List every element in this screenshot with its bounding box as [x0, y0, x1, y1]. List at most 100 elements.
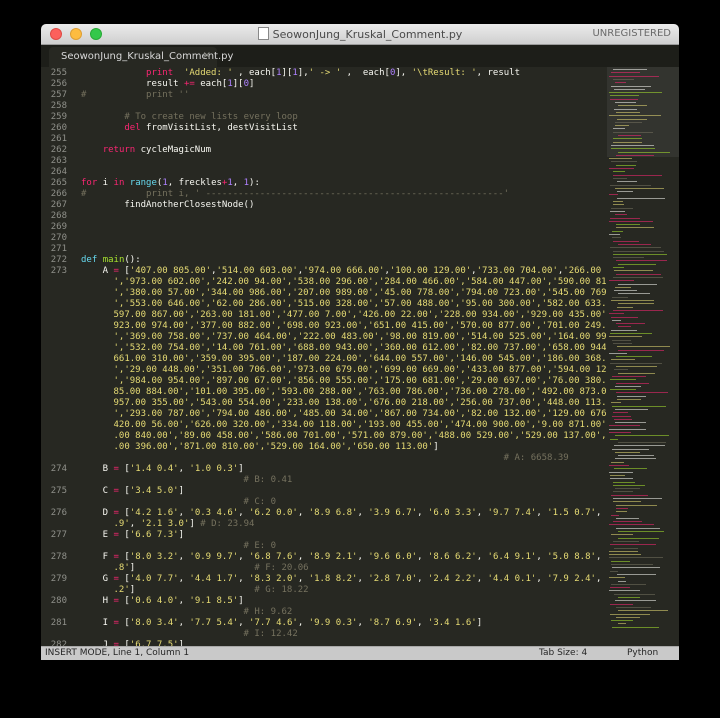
code-token: [ [118, 266, 130, 276]
minimap-line [611, 494, 648, 496]
code-line[interactable]: .8'] # F: 20.06 [81, 563, 309, 574]
code-token: , [595, 508, 606, 518]
tab-close-icon[interactable]: × [203, 50, 211, 61]
minimap-line [617, 118, 647, 120]
code-token: A [81, 266, 114, 276]
code-token: '407.00 805.00' [129, 266, 212, 276]
code-token: # I: 12.42 [81, 629, 298, 639]
code-line[interactable]: C = ['3.4 5.0'] [81, 486, 184, 497]
code-line[interactable]: del fromVisitList, destVisitList [81, 123, 297, 134]
code-line[interactable]: B = ['1.4 0.4', '1.0 0.3'] [81, 464, 244, 475]
code-line[interactable]: # E: 0 [81, 541, 277, 552]
code-token: ' -> ' [308, 68, 342, 78]
code-line[interactable]: ','380.00 57.00','344.00 986.00','207.00… [81, 288, 607, 299]
code-token: '0.9 9.7' [189, 552, 239, 562]
code-line[interactable]: F = ['8.0 3.2', '0.9 9.7', '6.8 7.6', '8… [81, 552, 606, 563]
code-line[interactable]: result += each[1][0] [81, 79, 254, 90]
syntax-selector[interactable]: Python [627, 648, 658, 658]
minimap-line [610, 603, 633, 605]
code-line[interactable]: # H: 9.62 [81, 607, 293, 618]
code-token: , [238, 552, 250, 562]
code-line[interactable]: .00 396.00','871.00 810.00','529.00 164.… [81, 442, 439, 453]
minimap-line [609, 557, 663, 559]
code-token: 923.00 974.00','377.00 882.00','698.00 9… [81, 321, 607, 331]
line-number: 268 [50, 211, 67, 221]
code-editor[interactable]: print 'Added: ' , each[1][1],' -> ' , ea… [81, 67, 606, 646]
line-number: 274 [50, 464, 67, 474]
minimap-line [609, 432, 631, 433]
minimap-line [613, 69, 647, 70]
code-line[interactable]: E = ['6.6 7.3'] [81, 530, 184, 541]
code-line[interactable]: ','973.00 602.00','242.00 94.00','538.00… [81, 277, 607, 288]
code-token: ): [249, 178, 260, 188]
tab-seowonjung-kruskal-comment[interactable]: SeowonJung_Kruskal_Comment.py × [49, 47, 233, 67]
code-token: '8.7 6.9' [368, 618, 418, 628]
code-token: range [129, 178, 157, 188]
code-line[interactable]: 661.00 310.00','359.00 395.00','187.00 2… [81, 354, 607, 365]
code-line[interactable]: return cycleMagicNum [81, 145, 211, 156]
code-line[interactable]: 957.00 355.00','543.00 554.00','233.00 1… [81, 398, 607, 409]
minimap-line [609, 524, 654, 526]
minimap-line [618, 531, 664, 532]
code-token: ] [238, 596, 244, 606]
code-line[interactable]: H = ['0.6 4.0', '9.1 8.5'] [81, 596, 244, 607]
code-token: '8.0 3.2' [129, 552, 179, 562]
code-token: # To create new lists every loop [124, 112, 298, 122]
minimap-line [612, 237, 621, 239]
code-line[interactable]: print 'Added: ' , each[1][1],' -> ' , ea… [81, 68, 520, 79]
code-line[interactable]: 923.00 974.00','377.00 882.00','698.00 9… [81, 321, 607, 332]
code-token: ][ [232, 79, 244, 89]
code-token: ] [433, 442, 439, 452]
code-line[interactable]: .9', '2.1 3.0'] # D: 23.94 [81, 519, 255, 530]
code-token: ] [129, 585, 141, 595]
minimap-line [618, 326, 631, 328]
minimap[interactable] [607, 67, 679, 646]
code-token: , [476, 552, 488, 562]
code-line[interactable]: # C: 0 [81, 497, 277, 508]
title-bar[interactable]: SeowonJung_Kruskal_Comment.py UNREGISTER… [41, 24, 679, 45]
code-line[interactable]: # print '' [81, 90, 189, 101]
minimap-line [616, 507, 628, 509]
code-token: '1.0 0.3' [189, 464, 239, 474]
minimap-line [613, 201, 623, 202]
code-line[interactable]: # A: 6658.39 [81, 453, 569, 464]
minimap-line [611, 316, 638, 318]
code-line[interactable]: G = ['4.0 7.7', '4.4 1.7', '8.3 2.0', '1… [81, 574, 606, 585]
code-line[interactable]: ','532.00 754.00','14.00 761.00','688.00… [81, 343, 607, 354]
code-line[interactable]: 420.00 56.00','626.00 320.00','334.00 11… [81, 420, 607, 431]
code-line[interactable]: # print i, ' ---------------------------… [81, 189, 509, 200]
code-line[interactable]: A = ['407.00 805.00','514.00 603.00','97… [81, 266, 606, 277]
code-line[interactable]: # I: 12.42 [81, 629, 298, 640]
python-file-icon [257, 27, 269, 40]
minimap-line [616, 227, 654, 229]
code-line[interactable]: D = ['4.2 1.6', '0.3 4.6', '6.2 0.0', '8… [81, 508, 606, 519]
code-line[interactable]: def main(): [81, 255, 141, 266]
code-line[interactable]: ','29.00 448.00','351.00 706.00','973.00… [81, 365, 607, 376]
code-line[interactable]: # B: 0.41 [81, 475, 293, 486]
code-line[interactable]: I = ['8.0 3.4', '7.7 5.4', '7.7 4.6', '9… [81, 618, 482, 629]
window-title-text: SeowonJung_Kruskal_Comment.py [272, 28, 463, 41]
code-line[interactable]: ','553.00 646.00','62.00 286.00','515.00… [81, 299, 607, 310]
code-line[interactable]: .00 840.00','89.00 458.00','586.00 701.0… [81, 431, 607, 442]
code-line[interactable]: ','369.00 758.00','737.00 464.00','222.0… [81, 332, 607, 343]
minimap-line [618, 135, 641, 136]
minimap-line [609, 352, 627, 354]
code-line[interactable]: for i in range(1, freckles+1, 1): [81, 178, 260, 189]
code-line[interactable]: ','293.00 787.00','794.00 486.00','485.0… [81, 409, 607, 420]
minimap-line [610, 474, 625, 476]
minimap-line [610, 210, 625, 212]
minimap-line [610, 95, 639, 97]
code-token: # C: 0 [81, 497, 277, 507]
minimap-line [611, 72, 640, 74]
minimap-line [618, 580, 626, 582]
code-line[interactable]: findAnotherClosestNode() [81, 200, 254, 211]
code-line[interactable]: 597.00 867.00','263.00 181.00','477.00 7… [81, 310, 607, 321]
minimap-line [611, 402, 621, 404]
code-token: , each[ [232, 68, 277, 78]
code-line[interactable]: # To create new lists every loop [81, 112, 298, 123]
code-line[interactable]: 85.00 884.00','101.00 395.00','593.00 28… [81, 387, 607, 398]
code-line[interactable]: ','984.00 954.00','897.00 67.00','856.00… [81, 376, 607, 387]
code-line[interactable]: .2'] # G: 18.22 [81, 585, 309, 596]
editor-window: SeowonJung_Kruskal_Comment.py UNREGISTER… [41, 24, 679, 660]
tab-size-selector[interactable]: Tab Size: 4 [539, 648, 587, 658]
